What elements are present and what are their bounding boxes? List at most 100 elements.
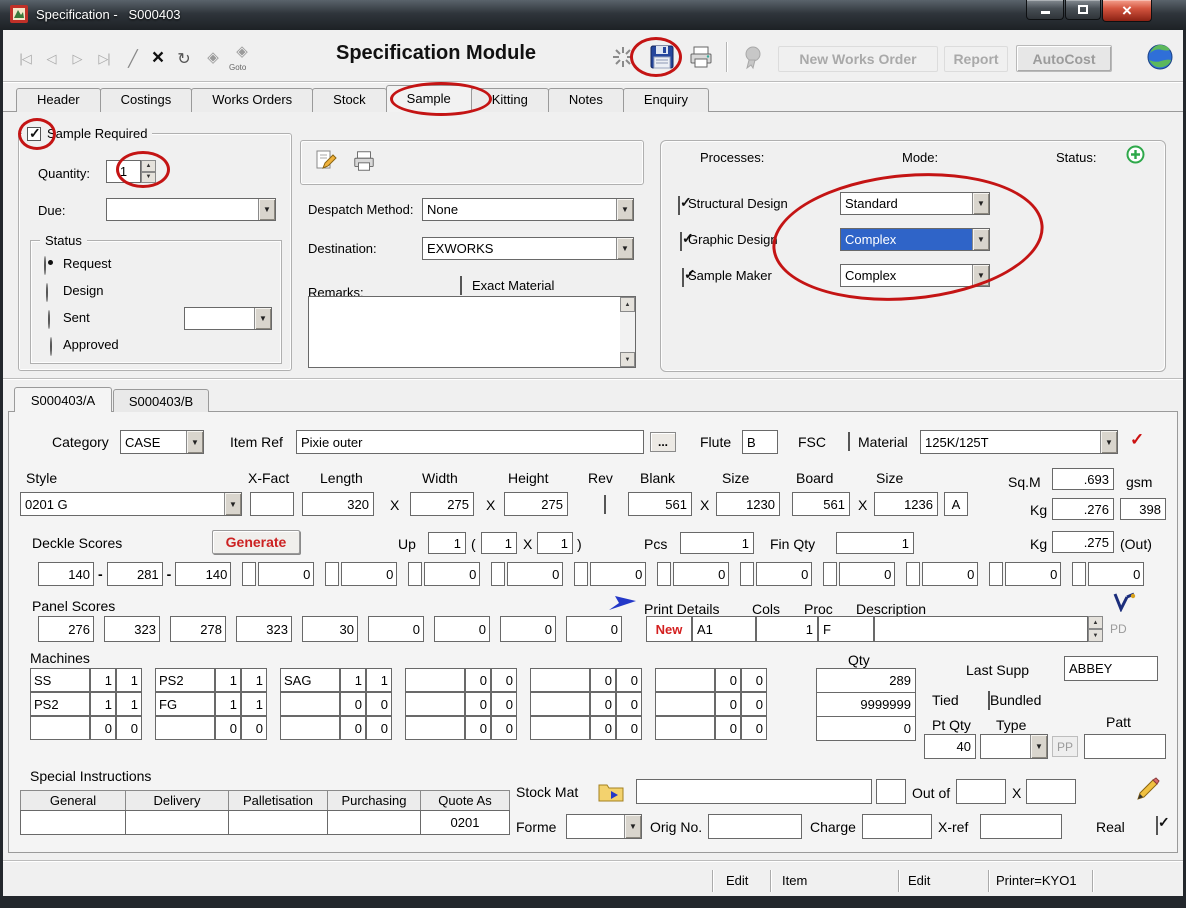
- edit-pencil-icon[interactable]: [1134, 775, 1162, 803]
- machine-cell[interactable]: PS2: [155, 668, 215, 692]
- blank-length-input[interactable]: 1230: [716, 492, 780, 516]
- machine-cell[interactable]: 0: [90, 716, 116, 740]
- save-button[interactable]: [648, 43, 676, 71]
- kg-out-input[interactable]: .275: [1052, 531, 1114, 553]
- machine-cell[interactable]: [405, 692, 465, 716]
- despatch-method-dropdown[interactable]: None ▼: [422, 198, 634, 221]
- deckle-score-input[interactable]: 0: [258, 562, 314, 586]
- panel-score-input[interactable]: 323: [236, 616, 292, 642]
- machine-cell[interactable]: 0: [241, 716, 267, 740]
- structural-design-mode-dropdown[interactable]: Standard ▼: [840, 192, 990, 215]
- deckle-score-input[interactable]: 0: [507, 562, 563, 586]
- machine-cell[interactable]: 0: [590, 668, 616, 692]
- tab-kitting[interactable]: Kitting: [471, 88, 549, 112]
- deckle-score-input[interactable]: 0: [590, 562, 646, 586]
- machine-cell[interactable]: 1: [90, 692, 116, 716]
- print-new-cell[interactable]: New: [646, 616, 692, 642]
- machine-cell[interactable]: 1: [116, 668, 142, 692]
- machine-cell[interactable]: 1: [241, 668, 267, 692]
- panel-score-input[interactable]: 30: [302, 616, 358, 642]
- spinner-down-icon[interactable]: ▼: [1088, 629, 1103, 642]
- seal-icon[interactable]: [740, 44, 766, 70]
- machine-cell[interactable]: [530, 692, 590, 716]
- fsc-checkbox[interactable]: [848, 432, 850, 451]
- globe-icon[interactable]: [1146, 43, 1174, 71]
- machine-cell[interactable]: [280, 692, 340, 716]
- width-input[interactable]: 275: [410, 492, 474, 516]
- special-cell[interactable]: [228, 810, 328, 835]
- height-input[interactable]: 275: [504, 492, 568, 516]
- deckle-score-input[interactable]: 0: [756, 562, 812, 586]
- item-ref-input[interactable]: Pixie outer: [296, 430, 644, 454]
- machine-cell[interactable]: SS: [30, 668, 90, 692]
- deckle-type-input[interactable]: [408, 562, 422, 586]
- spinner-down-icon[interactable]: ▼: [141, 172, 156, 184]
- chevron-down-icon[interactable]: ▼: [224, 493, 241, 515]
- deckle-score-input[interactable]: 140: [38, 562, 94, 586]
- first-record-button[interactable]: |◁: [14, 46, 36, 72]
- new-works-order-button[interactable]: New Works Order: [778, 46, 938, 72]
- deckle-type-input[interactable]: [1072, 562, 1086, 586]
- special-cell[interactable]: [125, 810, 229, 835]
- panel-score-input[interactable]: 0: [500, 616, 556, 642]
- print-plate-input[interactable]: A1: [692, 616, 756, 642]
- machine-cell[interactable]: [405, 716, 465, 740]
- orig-no-input[interactable]: [708, 814, 802, 839]
- machine-cell[interactable]: 0: [590, 692, 616, 716]
- remarks-textarea[interactable]: [308, 296, 636, 368]
- machine-cell[interactable]: 0: [491, 716, 517, 740]
- sent-dropdown[interactable]: ▼: [184, 307, 272, 330]
- spinner-up-icon[interactable]: ▲: [1088, 616, 1103, 629]
- tab-stock[interactable]: Stock: [312, 88, 387, 112]
- length-input[interactable]: 320: [302, 492, 374, 516]
- app-icon[interactable]: [10, 5, 28, 23]
- machine-cell[interactable]: [530, 668, 590, 692]
- rev-checkbox[interactable]: [604, 495, 606, 514]
- kg-sqm-input[interactable]: .276: [1052, 498, 1114, 520]
- edit-icon[interactable]: [314, 149, 338, 173]
- deckle-type-input[interactable]: [657, 562, 671, 586]
- out-of-x-input[interactable]: [1026, 779, 1076, 804]
- pt-qty-input[interactable]: 40: [924, 734, 976, 759]
- forme-dropdown[interactable]: ▼: [566, 814, 642, 839]
- special-header-purchasing[interactable]: Purchasing: [327, 790, 421, 811]
- autocost-button[interactable]: AutoCost: [1016, 45, 1112, 72]
- add-process-icon[interactable]: [1126, 145, 1145, 164]
- exact-material-checkbox[interactable]: [460, 276, 462, 295]
- refresh-button[interactable]: ↻: [174, 46, 194, 72]
- deckle-score-input[interactable]: 140: [175, 562, 231, 586]
- machine-cell[interactable]: 0: [340, 692, 366, 716]
- tab-sample[interactable]: Sample: [386, 85, 472, 112]
- board-width-input[interactable]: 561: [792, 492, 850, 516]
- print-button[interactable]: [688, 44, 714, 70]
- goto-icon[interactable]: ◈: [202, 44, 224, 70]
- print-cols-input[interactable]: 1: [756, 616, 818, 642]
- panel-score-input[interactable]: 278: [170, 616, 226, 642]
- machine-cell[interactable]: 1: [366, 668, 392, 692]
- machine-cell[interactable]: [405, 668, 465, 692]
- chevron-down-icon[interactable]: ▼: [258, 199, 275, 220]
- send-arrow-icon[interactable]: [608, 594, 638, 612]
- machine-cell[interactable]: 0: [715, 716, 741, 740]
- chevron-down-icon[interactable]: ▼: [254, 308, 271, 329]
- deckle-type-input[interactable]: [574, 562, 588, 586]
- deckle-score-input[interactable]: 0: [1005, 562, 1061, 586]
- stock-mat-browse-folder-icon[interactable]: [596, 779, 626, 804]
- sample-maker-checkbox[interactable]: [682, 268, 684, 287]
- panel-score-input[interactable]: 0: [434, 616, 490, 642]
- radio-design[interactable]: [46, 283, 48, 302]
- category-dropdown[interactable]: CASE ▼: [120, 430, 204, 454]
- chevron-down-icon[interactable]: ▼: [616, 238, 633, 259]
- last-supp-input[interactable]: ABBEY: [1064, 656, 1158, 681]
- chevron-down-icon[interactable]: ▼: [616, 199, 633, 220]
- machine-cell[interactable]: 0: [465, 692, 491, 716]
- report-button[interactable]: Report: [944, 46, 1008, 72]
- out-of-input[interactable]: [956, 779, 1006, 804]
- chevron-down-icon[interactable]: ▼: [972, 229, 989, 250]
- machine-cell[interactable]: 0: [741, 692, 767, 716]
- sample-required-checkbox[interactable]: [27, 127, 41, 141]
- minimize-button[interactable]: [1026, 0, 1064, 20]
- previous-record-button[interactable]: ◁: [40, 46, 62, 72]
- deckle-score-input[interactable]: 0: [424, 562, 480, 586]
- scroll-up-icon[interactable]: ▲: [620, 297, 635, 312]
